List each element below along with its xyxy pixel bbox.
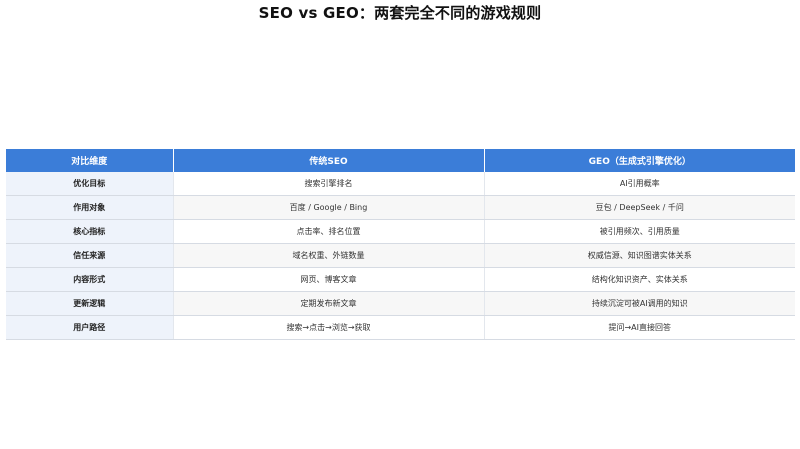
table-row: 更新逻辑 定期发布新文章 持续沉淀可被AI调用的知识	[6, 291, 795, 316]
comparison-table: 对比维度 传统SEO GEO（生成式引擎优化） 优化目标 搜索引擎排名 AI引用…	[6, 149, 795, 340]
row-dimension: 优化目标	[6, 172, 174, 196]
table-row: 用户路径 搜索→点击→浏览→获取 提问→AI直接回答	[6, 315, 795, 340]
row-dimension: 用户路径	[6, 315, 174, 340]
table-header-row: 对比维度 传统SEO GEO（生成式引擎优化）	[6, 149, 795, 172]
header-dimension: 对比维度	[6, 149, 174, 172]
table-row: 内容形式 网页、博客文章 结构化知识资产、实体关系	[6, 267, 795, 292]
row-geo-value: 豆包 / DeepSeek / 千问	[484, 195, 795, 220]
row-geo-value: 权威信源、知识图谱实体关系	[484, 243, 795, 268]
row-dimension: 更新逻辑	[6, 291, 174, 316]
table-row: 作用对象 百度 / Google / Bing 豆包 / DeepSeek / …	[6, 195, 795, 220]
row-seo-value: 百度 / Google / Bing	[173, 195, 485, 220]
header-traditional-seo: 传统SEO	[173, 149, 485, 172]
row-geo-value: 结构化知识资产、实体关系	[484, 267, 795, 292]
table-row: 优化目标 搜索引擎排名 AI引用概率	[6, 172, 795, 196]
row-seo-value: 搜索引擎排名	[173, 172, 485, 196]
row-seo-value: 搜索→点击→浏览→获取	[173, 315, 485, 340]
header-geo: GEO（生成式引擎优化）	[484, 149, 795, 172]
row-geo-value: 提问→AI直接回答	[484, 315, 795, 340]
row-geo-value: 被引用频次、引用质量	[484, 219, 795, 244]
row-dimension: 核心指标	[6, 219, 174, 244]
row-dimension: 内容形式	[6, 267, 174, 292]
row-seo-value: 点击率、排名位置	[173, 219, 485, 244]
comparison-table-container: 对比维度 传统SEO GEO（生成式引擎优化） 优化目标 搜索引擎排名 AI引用…	[6, 149, 795, 340]
row-geo-value: AI引用概率	[484, 172, 795, 196]
row-seo-value: 域名权重、外链数量	[173, 243, 485, 268]
table-header: 对比维度 传统SEO GEO（生成式引擎优化）	[6, 149, 795, 172]
table-body: 优化目标 搜索引擎排名 AI引用概率 作用对象 百度 / Google / Bi…	[6, 172, 795, 340]
row-geo-value: 持续沉淀可被AI调用的知识	[484, 291, 795, 316]
page-title: SEO vs GEO：两套完全不同的游戏规则	[258, 4, 542, 22]
row-dimension: 信任来源	[6, 243, 174, 268]
row-seo-value: 网页、博客文章	[173, 267, 485, 292]
table-row: 信任来源 域名权重、外链数量 权威信源、知识图谱实体关系	[6, 243, 795, 268]
table-row: 核心指标 点击率、排名位置 被引用频次、引用质量	[6, 219, 795, 244]
row-seo-value: 定期发布新文章	[173, 291, 485, 316]
row-dimension: 作用对象	[6, 195, 174, 220]
